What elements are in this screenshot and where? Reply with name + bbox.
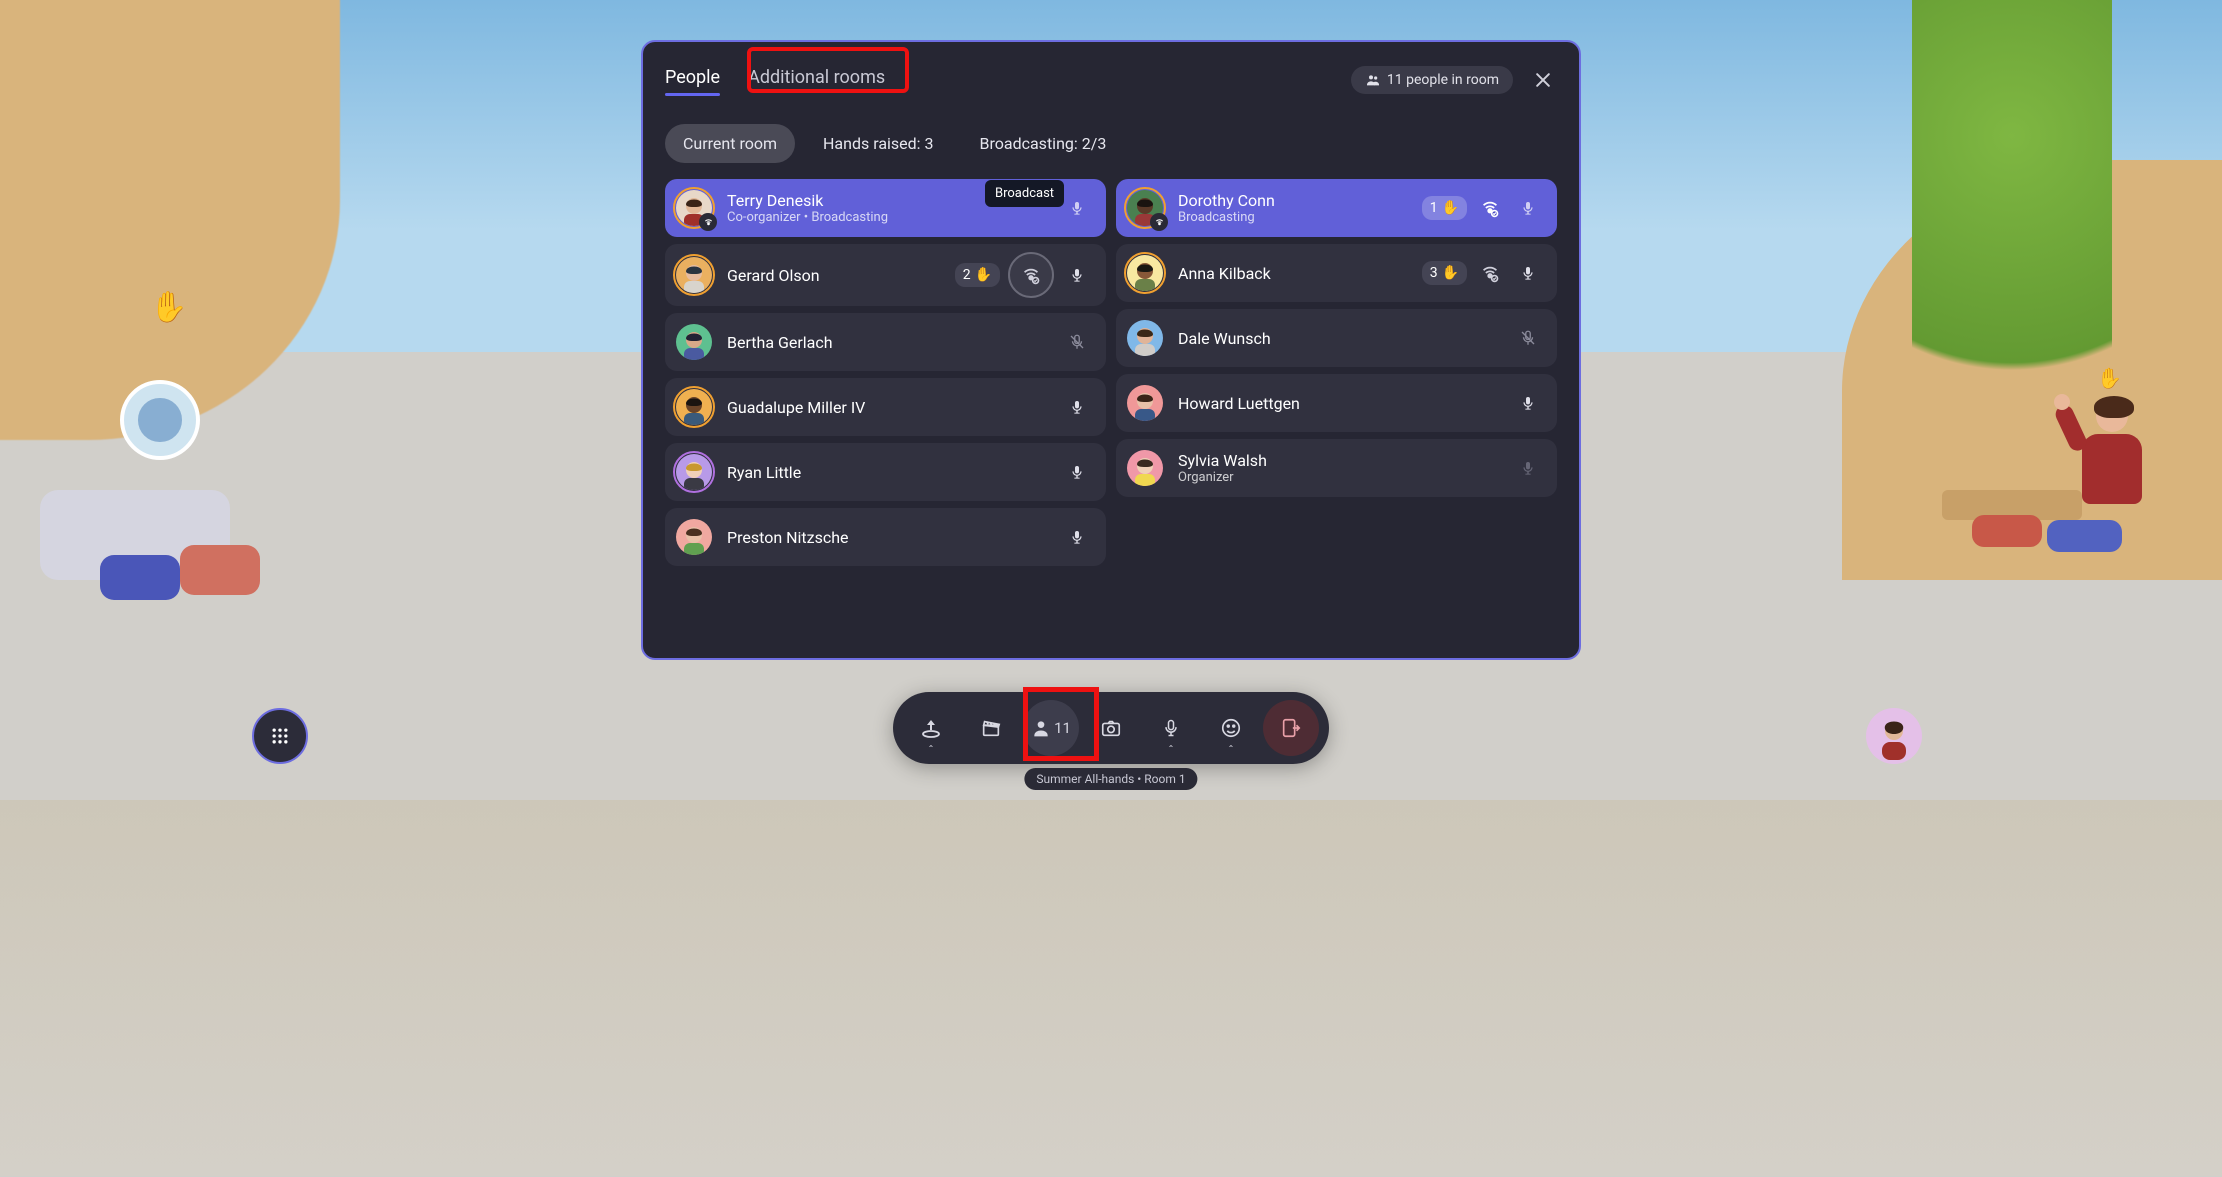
participant-name: Dorothy Conn bbox=[1178, 191, 1410, 210]
mic-icon[interactable] bbox=[1062, 260, 1092, 290]
participant-row[interactable]: Bertha Gerlach bbox=[665, 313, 1106, 371]
emote-button[interactable]: ⌃ bbox=[1203, 700, 1259, 756]
participant-row[interactable]: Preston Nitzsche bbox=[665, 508, 1106, 566]
participant-name: Guadalupe Miller IV bbox=[727, 398, 1050, 417]
remote-avatar bbox=[120, 380, 200, 460]
participant-name: Preston Nitzsche bbox=[727, 528, 1050, 547]
participant-row[interactable]: Dorothy ConnBroadcasting 1 ✋ bbox=[1116, 179, 1557, 237]
participant-name: Ryan Little bbox=[727, 463, 1050, 482]
mic-icon[interactable] bbox=[1513, 388, 1543, 418]
clapper-button[interactable] bbox=[963, 700, 1019, 756]
hand-raised-badge: 2 ✋ bbox=[955, 263, 1000, 287]
avatar bbox=[673, 254, 715, 296]
avatar bbox=[1124, 447, 1166, 489]
broadcast-badge-icon bbox=[1150, 213, 1168, 231]
broadcast-icon[interactable] bbox=[1475, 193, 1505, 223]
participant-subtitle: Co-organizer • Broadcasting bbox=[727, 210, 1050, 225]
leave-button[interactable] bbox=[1263, 700, 1319, 756]
participant-row[interactable]: Terry DenesikCo-organizer • Broadcasting… bbox=[665, 179, 1106, 237]
broadcast-badge-icon bbox=[699, 213, 717, 231]
filter-current-room[interactable]: Current room bbox=[665, 124, 795, 163]
participant-subtitle: Broadcasting bbox=[1178, 210, 1410, 225]
mic-button[interactable]: ⌃ bbox=[1143, 700, 1199, 756]
participant-row[interactable]: Ryan Little bbox=[665, 443, 1106, 501]
mic-icon[interactable] bbox=[1062, 457, 1092, 487]
broadcast-icon[interactable] bbox=[1475, 258, 1505, 288]
avatar bbox=[673, 516, 715, 558]
filter-broadcasting[interactable]: Broadcasting: 2/3 bbox=[962, 124, 1125, 163]
participant-name: Dale Wunsch bbox=[1178, 329, 1501, 348]
mic-muted-icon[interactable] bbox=[1062, 327, 1092, 357]
hand-raised-badge: 1 ✋ bbox=[1422, 196, 1467, 220]
self-avatar[interactable] bbox=[1866, 708, 1922, 764]
room-count-text: 11 people in room bbox=[1387, 72, 1499, 88]
avatar bbox=[673, 321, 715, 363]
avatar bbox=[673, 451, 715, 493]
participant-subtitle: Organizer bbox=[1178, 470, 1501, 485]
filter-hands-raised[interactable]: Hands raised: 3 bbox=[805, 124, 952, 163]
participant-row[interactable]: Gerard Olson 2 ✋ bbox=[665, 244, 1106, 306]
room-label: Summer All-hands • Room 1 bbox=[1024, 768, 1197, 790]
remote-avatar-waving bbox=[2062, 400, 2162, 550]
broadcast-button[interactable] bbox=[1008, 252, 1054, 298]
participant-name: Gerard Olson bbox=[727, 266, 943, 285]
broadcast-tooltip: Broadcast bbox=[985, 180, 1064, 207]
mic-icon[interactable] bbox=[1513, 453, 1543, 483]
participant-row[interactable]: Guadalupe Miller IV bbox=[665, 378, 1106, 436]
participant-row[interactable]: Dale Wunsch bbox=[1116, 309, 1557, 367]
close-button[interactable] bbox=[1529, 66, 1557, 94]
mic-icon[interactable] bbox=[1513, 193, 1543, 223]
participant-row[interactable]: Howard Luettgen bbox=[1116, 374, 1557, 432]
participant-name: Bertha Gerlach bbox=[727, 333, 1050, 352]
participant-name: Sylvia Walsh bbox=[1178, 451, 1501, 470]
raised-hand-icon: ✋ bbox=[150, 290, 187, 325]
mic-icon[interactable] bbox=[1062, 392, 1092, 422]
avatar bbox=[673, 386, 715, 428]
raised-hand-icon: ✋ bbox=[2097, 366, 2122, 390]
participant-name: Howard Luettgen bbox=[1178, 394, 1501, 413]
avatar bbox=[673, 187, 715, 229]
participant-name: Anna Kilback bbox=[1178, 264, 1410, 283]
mic-icon[interactable] bbox=[1062, 522, 1092, 552]
tab-additional-rooms[interactable]: Additional rooms bbox=[748, 67, 885, 94]
participant-row[interactable]: Sylvia WalshOrganizer bbox=[1116, 439, 1557, 497]
people-button[interactable]: 11 bbox=[1023, 700, 1079, 756]
teleport-button[interactable]: ⌃ bbox=[903, 700, 959, 756]
camera-button[interactable] bbox=[1083, 700, 1139, 756]
mic-muted-icon[interactable] bbox=[1513, 323, 1543, 353]
avatar bbox=[1124, 187, 1166, 229]
people-panel: People Additional rooms 11 people in roo… bbox=[641, 40, 1581, 660]
action-toolbar: ⌃ 11 ⌃ ⌃ bbox=[893, 692, 1329, 764]
room-count-badge[interactable]: 11 people in room bbox=[1351, 66, 1513, 94]
mic-icon[interactable] bbox=[1062, 193, 1092, 223]
mic-icon[interactable] bbox=[1513, 258, 1543, 288]
avatar bbox=[1124, 317, 1166, 359]
app-menu-button[interactable] bbox=[252, 708, 308, 764]
avatar bbox=[1124, 382, 1166, 424]
people-count: 11 bbox=[1054, 719, 1071, 737]
participant-row[interactable]: Anna Kilback 3 ✋ bbox=[1116, 244, 1557, 302]
tab-people[interactable]: People bbox=[665, 67, 720, 94]
hand-raised-badge: 3 ✋ bbox=[1422, 261, 1467, 285]
avatar bbox=[1124, 252, 1166, 294]
